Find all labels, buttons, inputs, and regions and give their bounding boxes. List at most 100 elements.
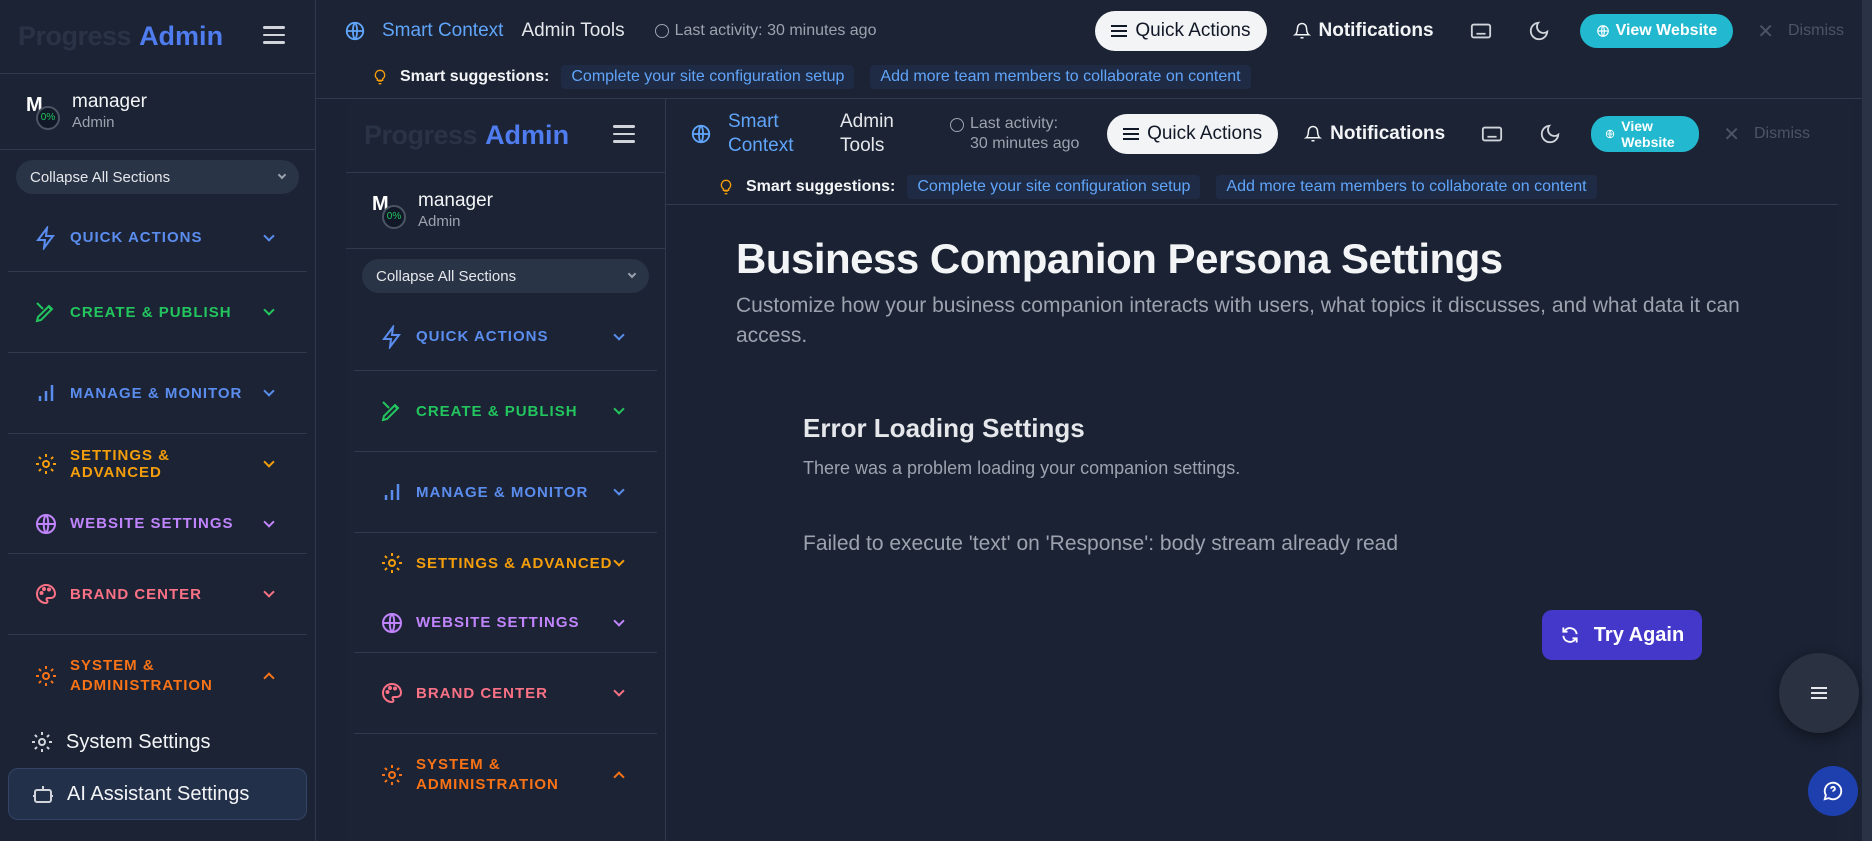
menu-toggle-icon[interactable] (263, 26, 285, 44)
chevron-down-icon (627, 269, 637, 279)
section-label: BRAND CENTER (70, 585, 202, 603)
sidebar-item-label: System Settings (66, 730, 211, 753)
view-website-button[interactable]: View Website (1579, 14, 1734, 48)
bell-icon (1292, 22, 1311, 39)
pen-icon (35, 302, 54, 323)
menu-lines-icon (1811, 684, 1827, 702)
suggestion-chip[interactable]: Complete your site configuration setup (561, 65, 855, 89)
view-website-button[interactable]: View Website (1591, 116, 1700, 152)
menu-toggle-icon[interactable] (613, 125, 635, 143)
logo-progress-text: Progress (18, 21, 132, 51)
quick-actions-button[interactable]: Quick Actions (1107, 114, 1279, 154)
collapse-all-button[interactable]: Collapse All Sections (362, 259, 649, 293)
suggestion-chip[interactable]: Complete your site configuration setup (907, 175, 1201, 199)
section-label: WEBSITE SETTINGS (70, 515, 234, 532)
notifications-label: Notifications (1318, 20, 1434, 41)
sidebar-section-system-admin[interactable]: SYSTEM & ADMINISTRATION (354, 734, 657, 815)
gear-icon (36, 665, 56, 686)
section-label: MANAGE & MONITOR (70, 384, 243, 402)
chevron-down-icon (263, 456, 275, 468)
sidebar-section-manage-monitor[interactable]: MANAGE & MONITOR (354, 452, 657, 533)
help-chat-button[interactable] (1808, 766, 1858, 816)
sidebar-section-settings-advanced[interactable]: SETTINGS & ADVANCED (354, 533, 657, 593)
last-activity-text: Last activity: 30 minutes ago (674, 22, 877, 39)
gear-icon (382, 764, 402, 785)
globe-icon (1606, 129, 1615, 139)
chevron-down-icon (263, 385, 275, 397)
globe-icon (1596, 25, 1609, 37)
floating-menu-button[interactable] (1779, 653, 1859, 733)
chevron-down-icon (263, 515, 275, 528)
bar-chart-icon (384, 484, 400, 500)
section-label: SETTINGS & ADVANCED (416, 554, 613, 572)
sidebar-section-website-settings[interactable]: WEBSITE SETTINGS (354, 593, 657, 653)
admin-tools-label: Admin Tools (521, 20, 625, 41)
user-profile[interactable]: M 0% manager Admin (346, 173, 665, 249)
logo-progress-text: Progress (364, 120, 478, 150)
moon-icon[interactable] (1528, 20, 1550, 42)
sidebar-section-brand-center[interactable]: BRAND CENTER (354, 653, 657, 734)
last-activity: Last activity: 30 minutes ago (654, 22, 877, 40)
sidebar-section-settings-advanced[interactable]: SETTINGS & ADVANCED (8, 434, 307, 494)
error-title: Error Loading Settings (803, 413, 1085, 443)
chevron-down-icon (263, 229, 275, 242)
lightning-icon (36, 225, 55, 250)
section-label: SYSTEM & ADMINISTRATION (416, 755, 559, 793)
brain-icon (691, 124, 711, 144)
close-icon: ✕ (1757, 20, 1774, 43)
section-label: BRAND CENTER (416, 684, 548, 702)
keyboard-icon[interactable] (1470, 20, 1492, 42)
moon-icon[interactable] (1539, 123, 1561, 145)
suggestion-chip[interactable]: Add more team members to collaborate on … (1216, 175, 1597, 199)
notifications-button[interactable]: Notifications (1292, 20, 1434, 42)
chevron-down-icon (277, 170, 287, 180)
sidebar-section-manage-monitor[interactable]: MANAGE & MONITOR (8, 353, 307, 434)
page-title: Business Companion Persona Settings (736, 235, 1503, 282)
user-profile[interactable]: M 0% manager Admin (0, 74, 315, 150)
section-label: CREATE & PUBLISH (70, 303, 232, 321)
inner-scrollbar[interactable] (1838, 99, 1854, 841)
quick-actions-button[interactable]: Quick Actions (1095, 11, 1267, 51)
dismiss-button[interactable]: ✕ Dismiss (1757, 19, 1844, 44)
suggestion-chip[interactable]: Add more team members to collaborate on … (870, 65, 1251, 89)
logo-admin-text: Admin (485, 120, 570, 150)
clock-icon (654, 24, 669, 38)
sidebar-item-system-settings[interactable]: System Settings (8, 716, 307, 768)
top-bar: Smart Context Admin Tools Last activity:… (316, 0, 1872, 99)
logo-admin-text: Admin (139, 21, 224, 51)
gear-icon (382, 553, 402, 573)
smart-context-link[interactable]: Smart Context (382, 20, 503, 42)
sidebar-section-create-publish[interactable]: CREATE & PUBLISH (8, 272, 307, 353)
smart-context-link[interactable]: Smart Context (728, 110, 810, 158)
notifications-button[interactable]: Notifications (1304, 123, 1445, 145)
user-name: manager (418, 189, 493, 211)
dismiss-label: Dismiss (1754, 125, 1810, 142)
user-role: Admin (72, 113, 115, 131)
user-name: manager (72, 90, 147, 112)
chevron-up-icon (613, 770, 625, 783)
sidebar-section-brand-center[interactable]: BRAND CENTER (8, 554, 307, 635)
sidebar: Progress Admin M 0% manager Admin Collap… (0, 0, 316, 841)
lightning-icon (382, 324, 401, 349)
quick-actions-label: Quick Actions (1147, 123, 1263, 144)
profile-progress-ring: 0% (36, 105, 60, 130)
try-again-label: Try Again (1593, 623, 1685, 646)
page-scrollbar[interactable] (1862, 0, 1872, 841)
sidebar-section-system-admin[interactable]: SYSTEM & ADMINISTRATION (8, 635, 307, 716)
section-label: SETTINGS & ADVANCED (70, 447, 171, 481)
try-again-button[interactable]: Try Again (1542, 610, 1702, 660)
sidebar-item-ai-assistant-settings[interactable]: AI Assistant Settings (8, 768, 307, 820)
last-activity: Last activity: 30 minutes ago (950, 114, 1080, 154)
sidebar-section-website-settings[interactable]: WEBSITE SETTINGS (8, 494, 307, 554)
sidebar-section-create-publish[interactable]: CREATE & PUBLISH (354, 371, 657, 452)
chevron-down-icon (613, 328, 625, 341)
sidebar-section-quick-actions[interactable]: QUICK ACTIONS (8, 204, 307, 272)
sidebar-section-quick-actions[interactable]: QUICK ACTIONS (354, 303, 657, 371)
collapse-all-button[interactable]: Collapse All Sections (16, 160, 299, 194)
chevron-down-icon (263, 586, 275, 598)
keyboard-icon[interactable] (1481, 123, 1503, 145)
collapse-all-label: Collapse All Sections (30, 168, 171, 186)
dismiss-button[interactable]: ✕ Dismiss (1723, 122, 1810, 147)
error-message: Failed to execute 'text' on 'Response': … (803, 532, 1399, 555)
chevron-down-icon (263, 304, 275, 316)
